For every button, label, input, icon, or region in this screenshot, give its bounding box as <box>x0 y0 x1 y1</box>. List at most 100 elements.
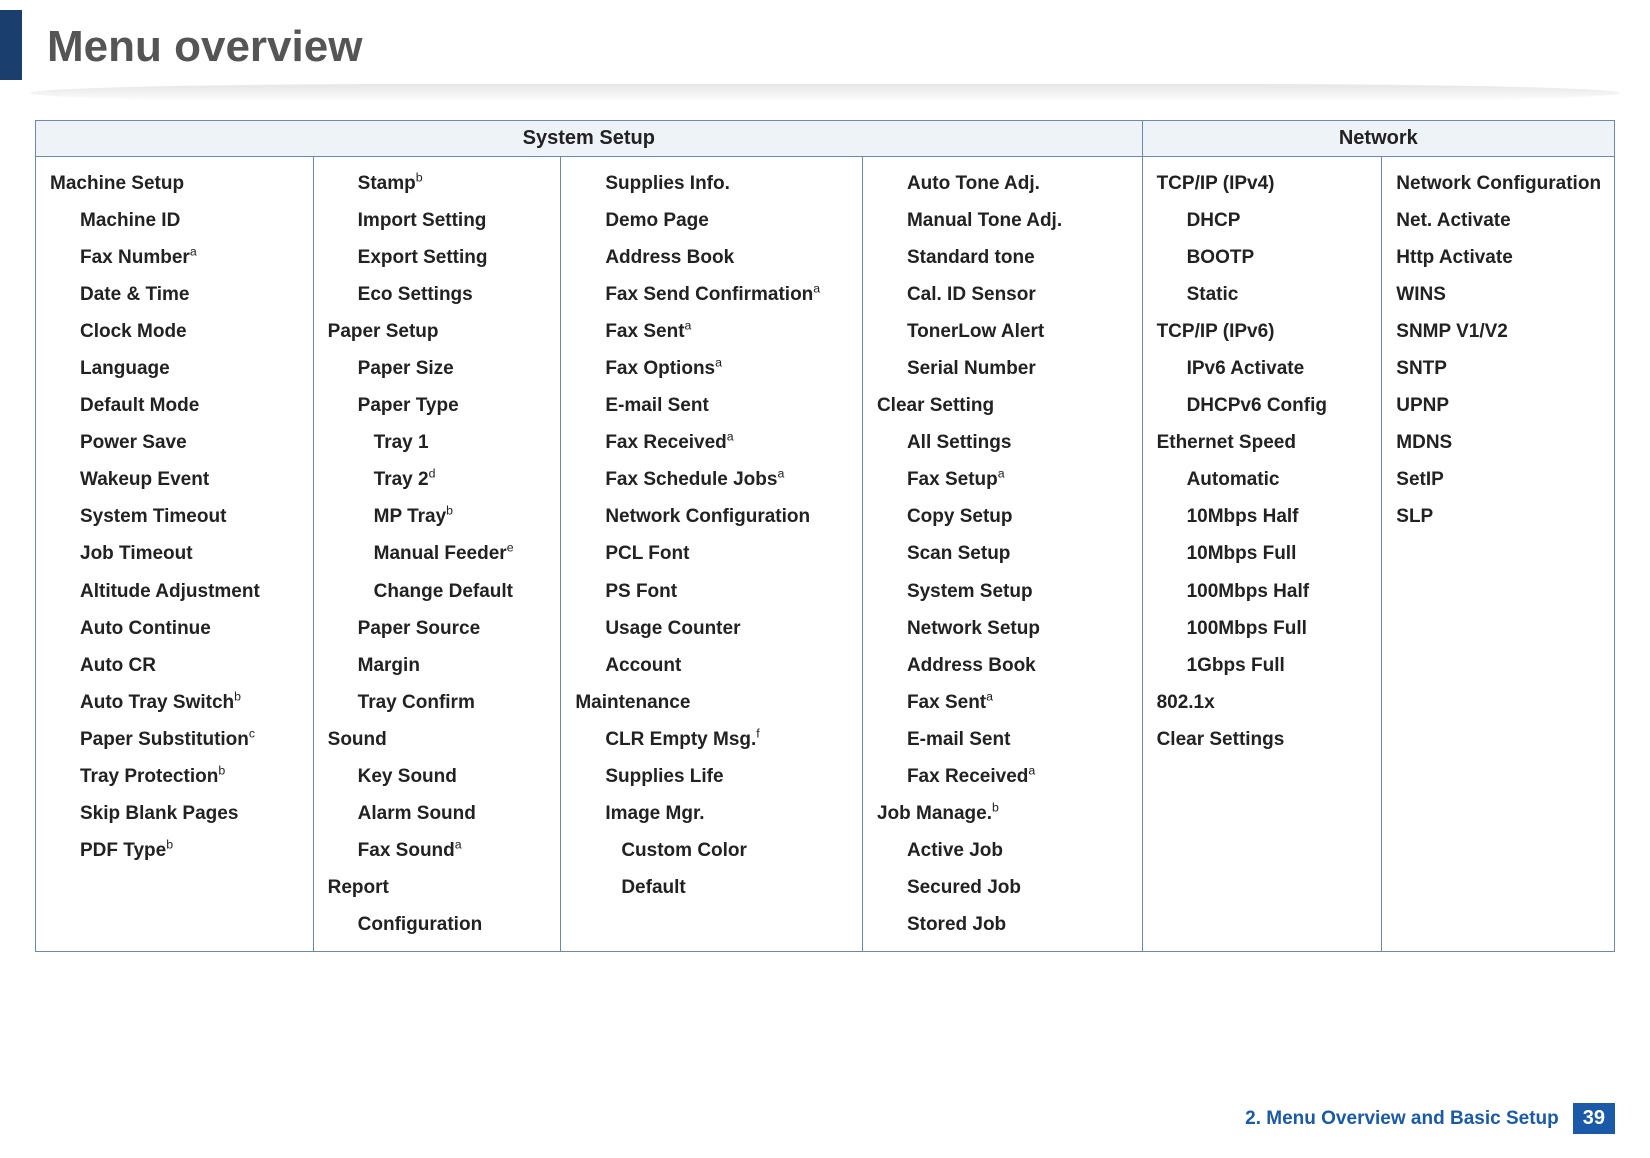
footnote-marker: a <box>685 319 692 333</box>
menu-item: Tray Protectionb <box>46 758 303 795</box>
menu-item: Manual Tone Adj. <box>873 202 1132 239</box>
menu-item: Auto Tone Adj. <box>873 165 1132 202</box>
menu-column: Machine SetupMachine IDFax NumberaDate &… <box>36 157 314 951</box>
menu-item: Standard tone <box>873 239 1132 276</box>
menu-item: Demo Page <box>571 202 852 239</box>
menu-item: Fax Senta <box>873 684 1132 721</box>
footnote-marker: a <box>777 467 784 481</box>
header-shadow <box>30 84 1620 102</box>
menu-item: PCL Font <box>571 535 852 572</box>
menu-item: Wakeup Event <box>46 461 303 498</box>
menu-item: Skip Blank Pages <box>46 795 303 832</box>
menu-item: Network Configuration <box>1392 165 1604 202</box>
menu-item: Paper Substitutionc <box>46 721 303 758</box>
menu-item: Paper Type <box>324 387 551 424</box>
menu-item: TonerLow Alert <box>873 313 1132 350</box>
menu-item: WINS <box>1392 276 1604 313</box>
menu-item: Image Mgr. <box>571 795 852 832</box>
menu-item: Stored Job <box>873 906 1132 943</box>
menu-item: Job Timeout <box>46 535 303 572</box>
footer-page-number: 39 <box>1573 1103 1615 1134</box>
footnote-marker: a <box>813 282 820 296</box>
menu-item: Net. Activate <box>1392 202 1604 239</box>
menu-column: Supplies Info.Demo PageAddress BookFax S… <box>561 157 863 951</box>
menu-item: Fax Numbera <box>46 239 303 276</box>
footnote-marker: b <box>416 171 423 185</box>
menu-item: Tray Confirm <box>324 684 551 721</box>
menu-item: SLP <box>1392 498 1604 535</box>
menu-item: DHCPv6 Config <box>1153 387 1372 424</box>
menu-item: Secured Job <box>873 869 1132 906</box>
menu-item: System Setup <box>873 573 1132 610</box>
menu-item: CLR Empty Msg.f <box>571 721 852 758</box>
menu-item: E-mail Sent <box>873 721 1132 758</box>
footnote-marker: b <box>166 838 173 852</box>
footnote-marker: d <box>429 467 436 481</box>
menu-item: Network Setup <box>873 610 1132 647</box>
footnote-marker: f <box>756 726 759 740</box>
menu-item: PS Font <box>571 573 852 610</box>
menu-item: System Timeout <box>46 498 303 535</box>
menu-column: Auto Tone Adj.Manual Tone Adj.Standard t… <box>863 157 1143 951</box>
menu-item: Altitude Adjustment <box>46 573 303 610</box>
menu-item: Supplies Info. <box>571 165 852 202</box>
menu-column: Network ConfigurationNet. ActivateHttp A… <box>1382 157 1614 951</box>
menu-item: Paper Source <box>324 610 551 647</box>
menu-item: Stampb <box>324 165 551 202</box>
menu-item: Custom Color <box>571 832 852 869</box>
menu-item: Paper Size <box>324 350 551 387</box>
footnote-marker: a <box>715 356 722 370</box>
menu-item: Fax Send Confirmationa <box>571 276 852 313</box>
menu-item: Configuration <box>324 906 551 943</box>
menu-item: 100Mbps Half <box>1153 573 1372 610</box>
menu-column: TCP/IP (IPv4)DHCPBOOTPStaticTCP/IP (IPv6… <box>1143 157 1383 951</box>
menu-item: Serial Number <box>873 350 1132 387</box>
menu-item: PDF Typeb <box>46 832 303 869</box>
menu-item: Http Activate <box>1392 239 1604 276</box>
menu-item: 10Mbps Full <box>1153 535 1372 572</box>
menu-item: Account <box>571 647 852 684</box>
menu-item: Clock Mode <box>46 313 303 350</box>
menu-item: SNTP <box>1392 350 1604 387</box>
menu-item: Maintenance <box>571 684 852 721</box>
footnote-marker: a <box>986 689 993 703</box>
menu-item: Eco Settings <box>324 276 551 313</box>
menu-item: TCP/IP (IPv6) <box>1153 313 1372 350</box>
menu-item: Alarm Sound <box>324 795 551 832</box>
menu-item: Scan Setup <box>873 535 1132 572</box>
footnote-marker: a <box>190 245 197 259</box>
footnote-marker: b <box>218 763 225 777</box>
menu-item: Address Book <box>571 239 852 276</box>
menu-item: E-mail Sent <box>571 387 852 424</box>
menu-item: MP Trayb <box>324 498 551 535</box>
table-header-row: System Setup Network <box>36 121 1614 157</box>
footnote-marker: b <box>446 504 453 518</box>
menu-item: Fax Receiveda <box>571 424 852 461</box>
menu-item: Key Sound <box>324 758 551 795</box>
menu-item: Manual Feedere <box>324 535 551 572</box>
menu-item: Margin <box>324 647 551 684</box>
menu-column: StampbImport SettingExport SettingEco Se… <box>314 157 562 951</box>
menu-item: Export Setting <box>324 239 551 276</box>
menu-item: SetIP <box>1392 461 1604 498</box>
menu-item: Machine ID <box>46 202 303 239</box>
table-body: Machine SetupMachine IDFax NumberaDate &… <box>36 157 1614 951</box>
menu-item: Copy Setup <box>873 498 1132 535</box>
menu-item: Clear Settings <box>1153 721 1372 758</box>
menu-item: Auto CR <box>46 647 303 684</box>
menu-item: 100Mbps Full <box>1153 610 1372 647</box>
menu-item: Fax Receiveda <box>873 758 1132 795</box>
menu-item: IPv6 Activate <box>1153 350 1372 387</box>
menu-item: Default Mode <box>46 387 303 424</box>
menu-item: BOOTP <box>1153 239 1372 276</box>
menu-item: 10Mbps Half <box>1153 498 1372 535</box>
footnote-marker: b <box>992 800 999 814</box>
footnote-marker: a <box>1028 763 1035 777</box>
menu-item: Active Job <box>873 832 1132 869</box>
footnote-marker: e <box>507 541 514 555</box>
menu-item: Tray 1 <box>324 424 551 461</box>
header-system-setup: System Setup <box>36 121 1143 156</box>
menu-item: Cal. ID Sensor <box>873 276 1132 313</box>
footnote-marker: a <box>455 838 462 852</box>
menu-item: Ethernet Speed <box>1153 424 1372 461</box>
